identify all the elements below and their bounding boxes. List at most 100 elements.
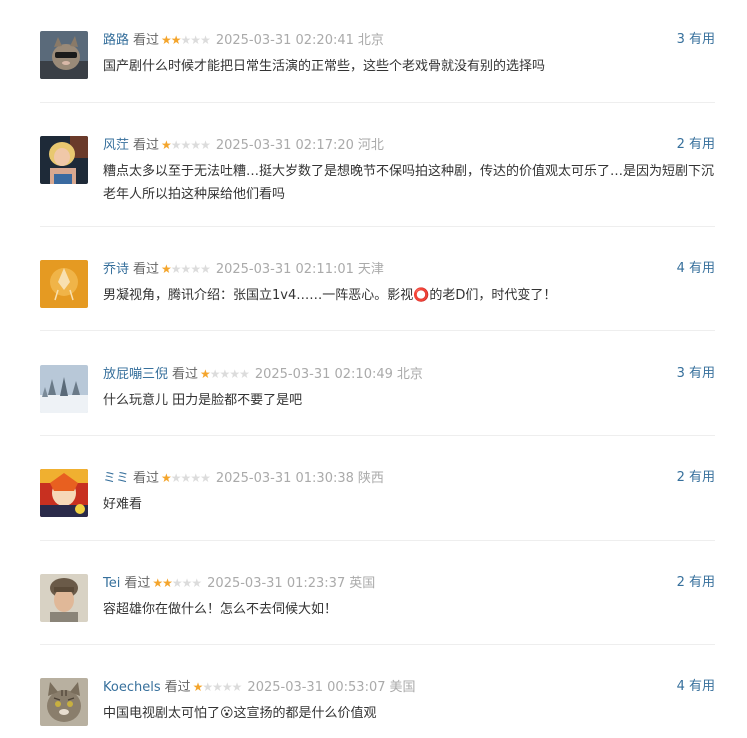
useful-label: 有用 xyxy=(688,575,715,590)
comment-content: 中国电视剧太可怕了😮这宣扬的都是什么价值观 xyxy=(103,706,377,721)
username-link[interactable]: Tei xyxy=(103,576,120,591)
watch-status: 看过 xyxy=(133,471,160,486)
useful-label: 有用 xyxy=(688,470,715,485)
rating-stars: ★★★★★ xyxy=(161,136,211,154)
watch-status: 看过 xyxy=(133,262,160,277)
divider xyxy=(40,226,715,227)
comment-meta: Koechels 看过 ★★★★★ 2025-03-31 00:53:07 美国 xyxy=(103,678,416,696)
comment-content: 好难看 xyxy=(103,497,143,512)
orange-light-figure-avatar-icon xyxy=(40,260,88,308)
useful-label: 有用 xyxy=(688,679,715,694)
useful-label: 有用 xyxy=(688,32,715,47)
star-empty-icon: ★★★★ xyxy=(170,471,211,485)
cat-with-sunglasses-avatar-icon xyxy=(40,31,88,79)
avatar[interactable] xyxy=(40,31,88,79)
tabby-cat-avatar-icon xyxy=(40,678,88,726)
comment-location: 英国 xyxy=(349,576,376,591)
useful-label: 有用 xyxy=(688,366,715,381)
username-link[interactable]: 放屁嘣三倪 xyxy=(103,367,168,382)
avatar[interactable] xyxy=(40,136,88,184)
person-in-knit-hat-avatar-icon xyxy=(40,574,88,622)
divider xyxy=(40,540,715,541)
watch-status: 看过 xyxy=(164,680,191,695)
avatar[interactable] xyxy=(40,678,88,726)
star-filled-icon: ★ xyxy=(161,138,172,152)
useful-label: 有用 xyxy=(688,261,715,276)
vote-count: 4 xyxy=(676,261,685,276)
snowy-forest-avatar-icon xyxy=(40,365,88,413)
useful-vote-button[interactable]: 2 有用 xyxy=(677,574,715,592)
comment-content: 男凝视角，腾讯介绍：张国立1v4……一阵恶心。影视⭕的老D们，时代变了！ xyxy=(103,288,557,303)
useful-vote-button[interactable]: 2 有用 xyxy=(677,136,715,154)
star-filled-icon: ★★ xyxy=(152,576,172,590)
comment-meta: 路路 看过 ★★★★★ 2025-03-31 02:20:41 北京 xyxy=(103,31,384,49)
username-link[interactable]: 乔诗 xyxy=(103,262,129,277)
avatar[interactable] xyxy=(40,469,88,517)
comment-content: 什么玩意儿 田力是脸都不要了是吧 xyxy=(103,393,303,408)
star-filled-icon: ★★ xyxy=(161,33,181,47)
watch-status: 看过 xyxy=(172,367,199,382)
username-link[interactable]: Koechels xyxy=(103,680,161,695)
star-filled-icon: ★ xyxy=(161,471,172,485)
useful-vote-button[interactable]: 4 有用 xyxy=(677,678,715,696)
comment-time: 2025-03-31 02:10:49 xyxy=(254,367,393,382)
avatar[interactable] xyxy=(40,365,88,413)
vote-count: 2 xyxy=(676,470,685,485)
watch-status: 看过 xyxy=(124,576,151,591)
comment-time: 2025-03-31 01:23:37 xyxy=(207,576,346,591)
avatar[interactable] xyxy=(40,260,88,308)
comment-location: 北京 xyxy=(396,367,423,382)
watch-status: 看过 xyxy=(133,138,160,153)
comment-content: 容超雄你在做什么！怎么不去伺候大如！ xyxy=(103,602,338,617)
useful-vote-button[interactable]: 2 有用 xyxy=(677,469,715,487)
comment-time: 2025-03-31 02:20:41 xyxy=(215,33,354,48)
comment-item: 路路 看过 ★★★★★ 2025-03-31 02:20:41 北京 3 有用 国产剧什… xyxy=(40,31,715,91)
rating-stars: ★★★★★ xyxy=(161,469,211,487)
comment-meta: 乔诗 看过 ★★★★★ 2025-03-31 02:11:01 天津 xyxy=(103,260,384,278)
star-filled-icon: ★ xyxy=(200,367,211,381)
anime-character-avatar-icon xyxy=(40,469,88,517)
star-empty-icon: ★★★★ xyxy=(202,680,242,694)
rating-stars: ★★★★★ xyxy=(161,31,211,49)
comment-time: 2025-03-31 00:53:07 xyxy=(247,680,386,695)
watch-status: 看过 xyxy=(133,33,160,48)
star-empty-icon: ★★★ xyxy=(180,33,211,47)
comment-time: 2025-03-31 01:30:38 xyxy=(215,471,354,486)
star-empty-icon: ★★★★ xyxy=(209,367,250,381)
rating-stars: ★★★★★ xyxy=(192,678,243,696)
comment-item: ミミ 看过 ★★★★★ 2025-03-31 01:30:38 陕西 2 有用 好难看 xyxy=(40,469,715,519)
useful-vote-button[interactable]: 3 有用 xyxy=(677,31,715,49)
star-filled-icon: ★ xyxy=(192,680,204,694)
comment-location: 河北 xyxy=(357,138,384,153)
vote-count: 2 xyxy=(676,137,685,152)
rating-stars: ★★★★★ xyxy=(161,260,211,278)
comment-list: 路路 看过 ★★★★★ 2025-03-31 02:20:41 北京 3 有用 国产剧什… xyxy=(0,0,747,738)
comment-content: 国产剧什么时候才能把日常生活演的正常些，这些个老戏骨就没有别的选择吗 xyxy=(103,59,546,74)
comment-item: 放屁嘣三倪 看过 ★★★★★ 2025-03-31 02:10:49 北京 3 有用 什… xyxy=(40,365,715,415)
star-empty-icon: ★★★★ xyxy=(170,262,211,276)
comment-time: 2025-03-31 02:11:01 xyxy=(215,262,354,277)
useful-vote-button[interactable]: 3 有用 xyxy=(677,365,715,383)
vote-count: 4 xyxy=(676,679,685,694)
divider xyxy=(40,644,715,645)
avatar[interactable] xyxy=(40,574,88,622)
comment-meta: 风茳 看过 ★★★★★ 2025-03-31 02:17:20 河北 xyxy=(103,136,384,154)
comment-location: 北京 xyxy=(357,33,384,48)
comment-time: 2025-03-31 02:17:20 xyxy=(215,138,354,153)
comment-meta: 放屁嘣三倪 看过 ★★★★★ 2025-03-31 02:10:49 北京 xyxy=(103,365,423,383)
comment-location: 天津 xyxy=(357,262,384,277)
vote-count: 3 xyxy=(676,366,685,381)
rating-stars: ★★★★★ xyxy=(200,365,250,383)
useful-label: 有用 xyxy=(688,137,715,152)
username-link[interactable]: 路路 xyxy=(103,33,129,48)
star-empty-icon: ★★★ xyxy=(171,576,202,590)
rating-stars: ★★★★★ xyxy=(152,574,202,592)
comment-meta: Tei 看过 ★★★★★ 2025-03-31 01:23:37 英国 xyxy=(103,574,375,592)
useful-vote-button[interactable]: 4 有用 xyxy=(677,260,715,278)
blonde-woman-portrait-avatar-icon xyxy=(40,136,88,184)
comment-content: 糟点太多以至于无法吐糟…挺大岁数了是想晚节不保吗拍这种剧，传达的价值观太可乐了…… xyxy=(103,164,715,202)
username-link[interactable]: 风茳 xyxy=(103,138,129,153)
comment-item: 风茳 看过 ★★★★★ 2025-03-31 02:17:20 河北 2 有用 糟点太多… xyxy=(40,136,715,206)
comment-location: 美国 xyxy=(389,680,416,695)
username-link[interactable]: ミミ xyxy=(103,471,129,486)
